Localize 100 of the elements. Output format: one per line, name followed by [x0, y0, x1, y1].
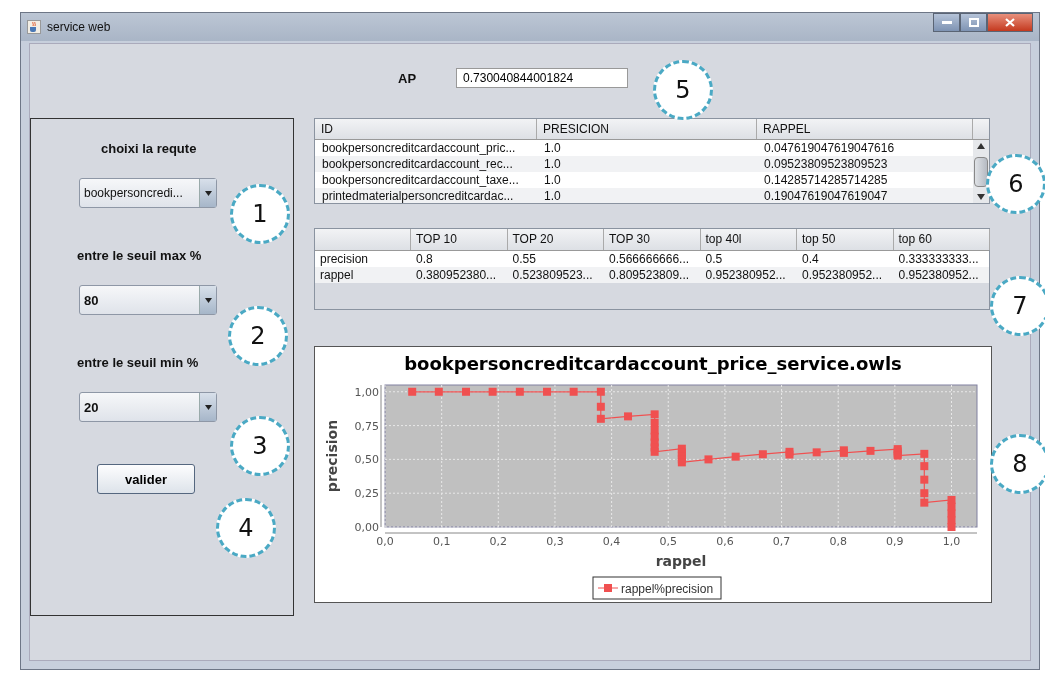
- column-header[interactable]: TOP 20: [507, 229, 604, 250]
- table-cell-text: 0.952380952...: [801, 267, 884, 283]
- x-tick-label: 0,6: [716, 535, 734, 548]
- column-header[interactable]: TOP 10: [411, 229, 508, 250]
- y-tick-label: 1,00: [354, 385, 379, 399]
- point: [920, 489, 929, 498]
- point: [408, 387, 417, 396]
- x-tick-label: 0,8: [829, 535, 847, 548]
- x-tick-label: 0,7: [772, 535, 791, 548]
- column-header[interactable]: ID: [315, 119, 537, 139]
- minimize-icon: [941, 20, 952, 25]
- x-tick-label: 0,9: [886, 535, 904, 548]
- point: [920, 449, 929, 458]
- point: [704, 455, 713, 464]
- y-tick-label: 0,75: [354, 419, 379, 433]
- caret-icon: [204, 404, 212, 410]
- point: [543, 387, 552, 396]
- table-cell-text: 0.5: [704, 251, 724, 267]
- field-label: choixi la requte: [101, 141, 197, 156]
- table-cell-text: 0.55: [511, 251, 537, 267]
- point: [920, 462, 929, 471]
- table-cell-text: 0.8: [415, 251, 434, 267]
- table-cell-text: 0.09523809523809523: [763, 156, 889, 172]
- close-button[interactable]: [987, 13, 1033, 32]
- point: [596, 414, 605, 423]
- column-header[interactable]: TOP 30: [604, 229, 701, 250]
- dropdown[interactable]: 80: [79, 285, 217, 315]
- table-cell-text: 1.0: [543, 156, 562, 172]
- table-cell-text: bookpersoncreditcardaccount_taxe...: [321, 172, 520, 188]
- x-tick-label: 1,0: [942, 535, 961, 548]
- ap-label: AP: [398, 70, 417, 86]
- point: [650, 447, 659, 456]
- row-label: precision: [319, 251, 370, 267]
- table-cell-text: 1.0: [543, 140, 562, 156]
- dropdown[interactable]: 20: [79, 392, 217, 422]
- point: [596, 387, 605, 396]
- dropdown[interactable]: bookpersoncredi...: [79, 178, 217, 208]
- table-cell-text: printedmaterialpersoncreditcardac...: [321, 188, 515, 203]
- maximize-icon: [968, 18, 979, 27]
- table-cell-text: 0.19047619047619047: [763, 188, 889, 203]
- y-axis-title: precision: [324, 419, 340, 493]
- caret-icon: [204, 190, 212, 196]
- point: [462, 387, 471, 396]
- y-tick-label: 0,50: [354, 453, 379, 467]
- point: [596, 402, 605, 411]
- point: [866, 446, 875, 455]
- caret-icon: [204, 297, 212, 303]
- point: [569, 387, 578, 396]
- point: [947, 523, 956, 531]
- x-tick-label: 0,2: [489, 535, 508, 548]
- legend-label: rappel%precision: [621, 582, 714, 596]
- window-title: service web: [47, 20, 111, 34]
- up-arrow-icon: [977, 143, 985, 149]
- chart-title: bookpersoncreditcardaccount_price_service.owls: [404, 353, 902, 374]
- column-header[interactable]: RAPPEL: [757, 119, 973, 139]
- point: [624, 412, 633, 421]
- cup-icon: [27, 20, 41, 34]
- y-tick-label: 0,00: [354, 521, 379, 534]
- maximize-button[interactable]: [960, 13, 987, 32]
- x-tick-label: 0,3: [546, 535, 564, 548]
- column-header[interactable]: top 60: [893, 229, 990, 250]
- legend-marker-icon: [597, 584, 619, 592]
- table-cell-text: 0.4: [801, 251, 820, 267]
- table-cell-text: 0.380952380...: [415, 267, 498, 283]
- down-arrow-icon: [977, 194, 985, 200]
- minimize-button[interactable]: [933, 13, 960, 32]
- point: [731, 452, 740, 461]
- validate-button[interactable]: valider: [97, 464, 195, 494]
- table-cell-text: 1.0: [543, 172, 562, 188]
- table-cell-text: bookpersoncreditcardaccount_rec...: [321, 156, 514, 172]
- table-cell-text: 0.566666666...: [608, 251, 691, 267]
- scrollbar[interactable]: [973, 140, 989, 203]
- x-tick-label: 0,5: [659, 535, 677, 548]
- point: [515, 387, 524, 396]
- table-cell-text: bookpersoncreditcardaccount_pric...: [321, 140, 517, 156]
- x-tick-label: 0,0: [376, 535, 394, 548]
- x-tick-label: 0,4: [602, 535, 621, 548]
- column-header[interactable]: top 40l: [700, 229, 797, 250]
- point: [650, 410, 659, 419]
- point: [920, 475, 929, 484]
- field-label: entre le seuil min %: [77, 355, 199, 370]
- table-cell-text: 0.14285714285714285: [763, 172, 889, 188]
- y-tick-label: 0,25: [354, 487, 379, 501]
- point: [812, 448, 821, 457]
- column-header[interactable]: top 50: [797, 229, 894, 250]
- close-icon: [1005, 18, 1015, 27]
- scroll-thumb[interactable]: [974, 156, 988, 187]
- x-axis-title: rappel: [655, 553, 707, 569]
- point: [758, 450, 767, 459]
- table-cell-text: 0.952380952...: [897, 267, 980, 283]
- row-label: rappel: [319, 267, 355, 283]
- table-cell-text: 0.952380952...: [704, 267, 787, 283]
- point: [920, 498, 929, 507]
- x-tick-label: 0,1: [432, 535, 451, 548]
- point: [488, 387, 497, 396]
- table-cell-text: 0.809523809...: [608, 267, 691, 283]
- ap-field[interactable]: 0.730040844001824: [456, 68, 629, 88]
- field-label: entre le seuil max %: [77, 248, 202, 263]
- table-cell-text: 0.047619047619047616: [763, 140, 896, 156]
- table-cell-text: 0.523809523...: [511, 267, 594, 283]
